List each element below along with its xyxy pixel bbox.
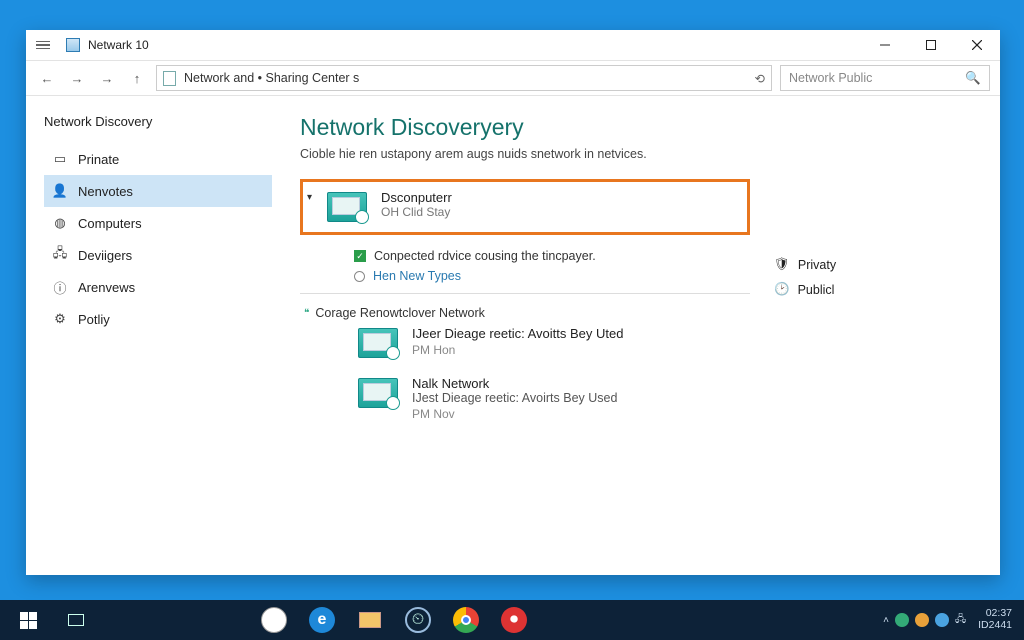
tray-icon[interactable] <box>895 613 909 627</box>
nav-toolbar: ← → → ↑ Network and • Sharing Center s ⟲… <box>26 60 1000 96</box>
taskbar-app[interactable] <box>250 600 298 640</box>
menu-icon[interactable] <box>36 41 54 50</box>
shield-icon: 🛡 <box>774 257 790 272</box>
tray-icon[interactable] <box>935 613 949 627</box>
highlighted-device[interactable]: ▾ Dsconputerr OH Clid Stay <box>300 179 750 235</box>
device-status: OH Clid Stay <box>381 205 452 219</box>
network-tray-icon[interactable]: 🖧 <box>955 612 966 629</box>
chrome-button[interactable] <box>442 600 490 640</box>
new-types-link[interactable]: Hen New Types <box>354 269 750 283</box>
address-bar[interactable]: Network and • Sharing Center s ⟲ <box>156 65 772 91</box>
right-panel: 🛡 Privaty 🕑 Publicl <box>774 179 864 439</box>
section-heading: ❝ Corage Renowtclover Network <box>304 306 750 320</box>
sidebar-item-policy[interactable]: ⚙ Potliy <box>44 303 272 335</box>
search-placeholder: Network Public <box>789 71 872 85</box>
sidebar-item-networks[interactable]: 👤 Nenvotes <box>44 175 272 207</box>
search-icon: 🔍 <box>965 71 981 86</box>
user-icon: 👤 <box>52 184 68 198</box>
page-subtitle: Cioble hie ren ustapony arem augs nuids … <box>300 147 972 161</box>
sidebar: Network Discovery ▭ Prinate 👤 Nenvotes ◍… <box>26 96 272 575</box>
system-tray[interactable]: ˄ 🖧 02:37 ID2441 <box>883 608 1020 631</box>
globe-icon: ◍ <box>52 216 68 230</box>
folder-icon: ▭ <box>52 152 68 166</box>
public-link[interactable]: 🕑 Publicl <box>774 282 864 297</box>
check-icon: ✓ <box>354 250 366 262</box>
tray-chevron-icon[interactable]: ˄ <box>883 615 889 626</box>
network-item[interactable]: IJeer Dieage reetic: Avoitts Bey Uted PM… <box>358 326 750 358</box>
up-button[interactable]: ↑ <box>126 67 148 89</box>
computer-icon <box>327 192 367 222</box>
address-icon <box>163 71 176 86</box>
titlebar: Netwark 10 <box>26 30 1000 60</box>
chevron-down-icon[interactable]: ▾ <box>307 192 321 203</box>
info-icon: ⓘ <box>52 280 68 294</box>
back-button[interactable]: ← <box>36 67 58 89</box>
gear-icon: ⚙ <box>52 312 68 326</box>
device-name: Dsconputerr <box>381 190 452 205</box>
edge-button[interactable]: e <box>298 600 346 640</box>
computer-icon <box>358 328 398 358</box>
taskbar: e ⏲ ⏺ ˄ 🖧 02:37 ID2441 <box>0 600 1024 640</box>
minimize-button[interactable] <box>862 30 908 60</box>
task-view-button[interactable] <box>52 600 100 640</box>
device-icon: 🖧 <box>52 248 68 262</box>
sidebar-item-computers[interactable]: ◍ Computers <box>44 207 272 239</box>
taskbar-app[interactable]: ⏲ <box>394 600 442 640</box>
maximize-button[interactable] <box>908 30 954 60</box>
search-input[interactable]: Network Public 🔍 <box>780 65 990 91</box>
network-item[interactable]: Nalk Network IJest Dieage reetic: Avoirt… <box>358 376 750 421</box>
taskbar-clock[interactable]: 02:37 ID2441 <box>978 608 1012 631</box>
clock-icon: 🕑 <box>774 282 790 297</box>
sidebar-item-private[interactable]: ▭ Prinate <box>44 143 272 175</box>
sidebar-item-devices[interactable]: 🖧 Deviigers <box>44 239 272 271</box>
tray-icon[interactable] <box>915 613 929 627</box>
app-icon <box>66 38 80 52</box>
explorer-button[interactable] <box>346 600 394 640</box>
explorer-window: Netwark 10 ← → → ↑ Network and • Sharing… <box>26 30 1000 575</box>
computer-icon <box>358 378 398 408</box>
sidebar-heading: Network Discovery <box>44 114 272 129</box>
forward-button[interactable]: → <box>66 67 88 89</box>
radio-icon <box>354 271 365 282</box>
privacy-link[interactable]: 🛡 Privaty <box>774 257 864 272</box>
recent-button[interactable]: → <box>96 67 118 89</box>
connected-checkbox-row[interactable]: ✓ Conpected rdvice cousing the tincpayer… <box>354 249 750 263</box>
page-title: Network Discoveryery <box>300 114 972 141</box>
close-button[interactable] <box>954 30 1000 60</box>
taskbar-app[interactable]: ⏺ <box>490 600 538 640</box>
sidebar-item-reviews[interactable]: ⓘ Arenvews <box>44 271 272 303</box>
address-text: Network and • Sharing Center s <box>184 71 359 85</box>
refresh-icon[interactable]: ⟲ <box>755 71 765 86</box>
start-button[interactable] <box>4 600 52 640</box>
window-title: Netwark 10 <box>88 38 149 52</box>
quote-icon: ❝ <box>304 308 309 319</box>
separator <box>300 293 750 294</box>
main-panel: Network Discoveryery Cioble hie ren usta… <box>272 96 1000 575</box>
